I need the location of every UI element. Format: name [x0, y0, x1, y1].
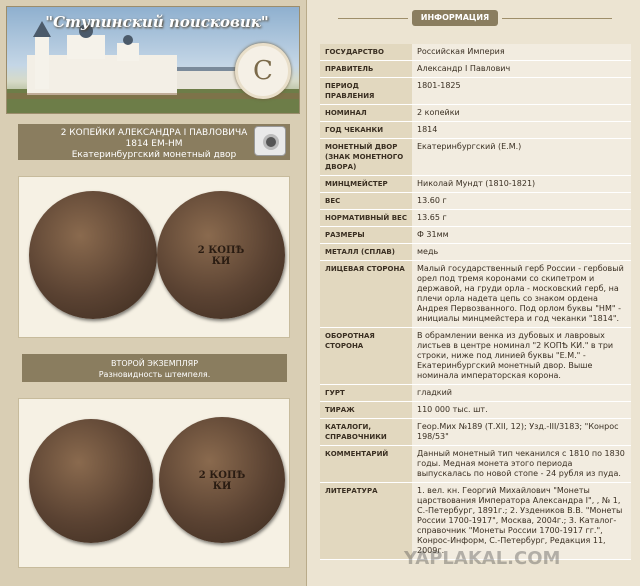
- info-key: ГУРТ: [320, 384, 412, 402]
- coin-year-mark: 1814 ЕМ-НМ: [125, 139, 183, 149]
- info-value: гладкий: [412, 384, 631, 402]
- info-value: медь: [412, 243, 631, 261]
- table-row: ВЕС 13.60 г: [320, 192, 631, 210]
- watermark: YAPLAKAL.COM: [404, 548, 561, 569]
- info-value: В обрамлении венка из дубовых и лавровых…: [412, 327, 631, 385]
- coin-obverse-image-second[interactable]: [29, 419, 153, 543]
- table-row: ГУРТ гладкий: [320, 384, 631, 402]
- coin-title: 2 КОПЕЙКИ АЛЕКСАНДРА I ПАВЛОВИЧА: [60, 128, 248, 138]
- coin-mint: Екатеринбургский монетный двор: [71, 150, 237, 160]
- table-row: НОМИНАЛ 2 копейки: [320, 104, 631, 122]
- info-value: 13.60 г: [412, 192, 631, 210]
- info-key: ГОД ЧЕКАНКИ: [320, 121, 412, 139]
- info-value: Николай Мундт (1810-1821): [412, 175, 631, 193]
- info-key: ПРАВИТЕЛЬ: [320, 60, 412, 78]
- table-row: МИНЦМЕЙСТЕР Николай Мундт (1810-1821): [320, 175, 631, 193]
- info-key: ПЕРИОД ПРАВЛЕНИЯ: [320, 77, 412, 105]
- info-key: ЛИТЕРАТУРА: [320, 482, 412, 560]
- coin-photo-main[interactable]: 2 КОПѢ КИ: [18, 176, 290, 338]
- info-key: НОМИНАЛ: [320, 104, 412, 122]
- info-value: Александр I Павлович: [412, 60, 631, 78]
- coin-obverse-image[interactable]: [29, 191, 157, 319]
- info-key: КАТАЛОГИ, СПРАВОЧНИКИ: [320, 418, 412, 446]
- info-key: ГОСУДАРСТВО: [320, 44, 412, 61]
- coin-reverse-image[interactable]: 2 КОПѢ КИ: [157, 191, 285, 319]
- info-key: ЛИЦЕВАЯ СТОРОНА: [320, 260, 412, 328]
- info-key: МЕТАЛЛ (СПЛАВ): [320, 243, 412, 261]
- left-panel: "Ступинский поисковик" С 2 КОПЕЙКИ АЛЕКС…: [0, 0, 307, 586]
- info-tab-bar: ИНФОРМАЦИЯ: [308, 10, 640, 26]
- coin-reverse-legend: 2 КОПѢ КИ: [197, 244, 245, 267]
- info-key: ТИРАЖ: [320, 401, 412, 419]
- table-row: КАТАЛОГИ, СПРАВОЧНИКИ Геор.Мих №189 (Т.XI…: [320, 418, 631, 446]
- coin-title-bar: 2 КОПЕЙКИ АЛЕКСАНДРА I ПАВЛОВИЧА 1814 ЕМ…: [18, 124, 290, 160]
- second-specimen-subtitle: Разновидность штемпеля.: [98, 370, 211, 379]
- table-row: ОБОРОТНАЯ СТОРОНА В обрамлении венка из д…: [320, 327, 631, 385]
- info-value: Ф 31мм: [412, 226, 631, 244]
- second-specimen-bar: ВТОРОЙ ЭКЗЕМПЛЯР Разновидность штемпеля.: [22, 354, 287, 382]
- info-value: Екатеринбургский (Е.М.): [412, 138, 631, 176]
- table-row: МЕТАЛЛ (СПЛАВ) медь: [320, 243, 631, 261]
- info-value: Российская Империя: [412, 44, 631, 61]
- info-key: КОММЕНТАРИЙ: [320, 445, 412, 483]
- table-row: КОММЕНТАРИЙ Данный монетный тип чеканился…: [320, 445, 631, 483]
- coin-reverse-image-second[interactable]: 2 КОПѢ КИ: [159, 417, 285, 543]
- info-value: Геор.Мих №189 (Т.XII, 12); Узд.-III/3183…: [412, 418, 631, 446]
- info-value: Данный монетный тип чеканился с 1810 по …: [412, 445, 631, 483]
- info-value: 110 000 тыс. шт.: [412, 401, 631, 419]
- info-value: 2 копейки: [412, 104, 631, 122]
- info-key: ВЕС: [320, 192, 412, 210]
- table-row: ГОСУДАРСТВО Российская Империя: [320, 44, 631, 61]
- table-row: ПЕРИОД ПРАВЛЕНИЯ 1801-1825: [320, 77, 631, 105]
- coin-reverse-legend-second: 2 КОПѢ КИ: [198, 469, 246, 492]
- info-table: ГОСУДАРСТВО Российская Империя ПРАВИТЕЛЬ Ал…: [320, 44, 631, 560]
- info-value: 1801-1825: [412, 77, 631, 105]
- table-row: ПРАВИТЕЛЬ Александр I Павлович: [320, 60, 631, 78]
- info-value: Малый государственный герб России - герб…: [412, 260, 631, 328]
- info-value: 13.65 г: [412, 209, 631, 227]
- info-value: 1814: [412, 121, 631, 139]
- table-row: НОРМАТИВНЫЙ ВЕС 13.65 г: [320, 209, 631, 227]
- table-row: ГОД ЧЕКАНКИ 1814: [320, 121, 631, 139]
- info-key: МИНЦМЕЙСТЕР: [320, 175, 412, 193]
- second-specimen-title: ВТОРОЙ ЭКЗЕМПЛЯР: [110, 359, 199, 368]
- table-row: МОНЕТНЫЙ ДВОР (ЗНАК МОНЕТНОГО ДВОРА) Екат…: [320, 138, 631, 176]
- info-key: НОРМАТИВНЫЙ ВЕС: [320, 209, 412, 227]
- info-key: РАЗМЕРЫ: [320, 226, 412, 244]
- coin-photo-second[interactable]: 2 КОПѢ КИ: [18, 398, 290, 568]
- info-key: ОБОРОТНАЯ СТОРОНА: [320, 327, 412, 385]
- site-header: "Ступинский поисковик" С: [6, 6, 300, 114]
- tab-information[interactable]: ИНФОРМАЦИЯ: [412, 10, 498, 26]
- info-key: МОНЕТНЫЙ ДВОР (ЗНАК МОНЕТНОГО ДВОРА): [320, 138, 412, 176]
- info-panel: ИНФОРМАЦИЯ ГОСУДАРСТВО Российская Империя…: [308, 0, 640, 586]
- camera-icon[interactable]: [254, 126, 286, 156]
- table-row: ЛИЦЕВАЯ СТОРОНА Малый государственный гер…: [320, 260, 631, 328]
- site-title: "Ступинский поисковик": [45, 13, 269, 31]
- table-row: ТИРАЖ 110 000 тыс. шт.: [320, 401, 631, 419]
- site-logo[interactable]: С: [235, 43, 291, 99]
- table-row: РАЗМЕРЫ Ф 31мм: [320, 226, 631, 244]
